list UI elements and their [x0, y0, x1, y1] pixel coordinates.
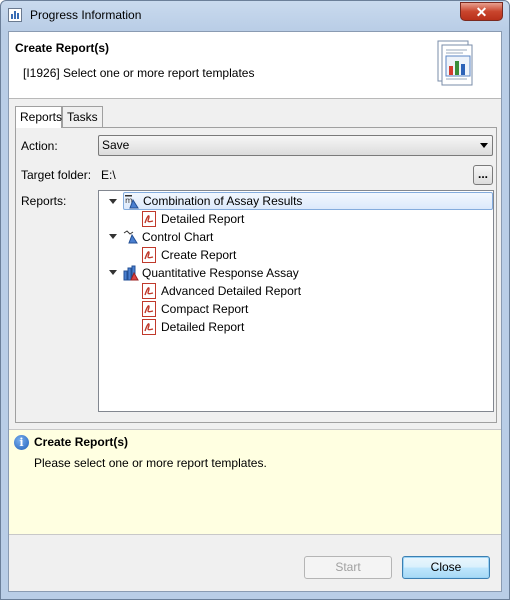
status-message: Please select one or more report templat… — [34, 456, 267, 470]
action-select[interactable]: Save — [98, 135, 493, 156]
tree-group-combination-of-assay-results[interactable]: m Combination of Assay Results — [123, 192, 493, 210]
close-icon: ✕ — [475, 4, 488, 20]
tree-node-label: Combination of Assay Results — [143, 194, 303, 208]
window-close-button[interactable]: ✕ — [460, 2, 503, 21]
app-icon — [8, 8, 22, 22]
tree-node-label: Detailed Report — [161, 212, 245, 226]
tree-expander-icon[interactable] — [109, 234, 117, 239]
title-bar[interactable]: Progress Information ✕ — [1, 1, 509, 31]
tree-node-label: Create Report — [161, 248, 237, 262]
pdf-icon — [142, 301, 156, 317]
control-chart-icon — [123, 230, 138, 244]
quantitative-assay-icon — [123, 265, 139, 281]
info-icon: i — [14, 435, 29, 450]
tree-expander-icon[interactable] — [109, 270, 117, 275]
report-chart-icon — [437, 40, 473, 86]
tree-node-label: Quantitative Response Assay — [142, 266, 299, 280]
status-message-area: i Create Report(s) Please select one or … — [9, 429, 501, 535]
tree-node-label: Control Chart — [142, 230, 214, 244]
tree-node-label: Compact Report — [161, 302, 249, 316]
reports-tab-panel: Action: Save Target folder: E:\ ... Repo… — [15, 127, 497, 423]
pdf-icon — [142, 247, 156, 263]
action-label: Action: — [21, 139, 58, 153]
window-title: Progress Information — [30, 8, 142, 22]
tree-node-label: Advanced Detailed Report — [161, 284, 302, 298]
action-select-value: Save — [102, 138, 130, 152]
target-folder-label: Target folder: — [21, 168, 92, 182]
pdf-icon — [142, 283, 156, 299]
pdf-icon — [142, 319, 156, 335]
tab-reports[interactable]: Reports — [15, 106, 62, 128]
close-button[interactable]: Close — [402, 556, 490, 579]
header-subtitle: [I1926] Select one or more report templa… — [23, 66, 255, 80]
progress-information-window: Progress Information ✕ Create Report(s) … — [0, 0, 510, 600]
tab-tasks[interactable]: Tasks — [62, 106, 103, 128]
start-button[interactable]: Start — [304, 556, 392, 579]
tree-node-label: Detailed Report — [161, 320, 245, 334]
dialog-client-area: Create Report(s) [I1926] Select one or m… — [8, 31, 502, 592]
header-title: Create Report(s) — [15, 41, 110, 55]
browse-folder-button[interactable]: ... — [473, 165, 493, 185]
target-folder-value: E:\ — [101, 168, 116, 182]
reports-tree[interactable]: m Combination of Assay Results Detailed … — [98, 190, 494, 412]
tree-expander-icon[interactable] — [109, 199, 117, 204]
dialog-header: Create Report(s) [I1926] Select one or m… — [9, 32, 501, 99]
combination-assay-icon: m — [125, 195, 139, 209]
status-title: Create Report(s) — [34, 435, 129, 449]
pdf-icon — [142, 211, 156, 227]
chevron-down-icon — [480, 143, 488, 148]
reports-label: Reports: — [21, 194, 67, 208]
